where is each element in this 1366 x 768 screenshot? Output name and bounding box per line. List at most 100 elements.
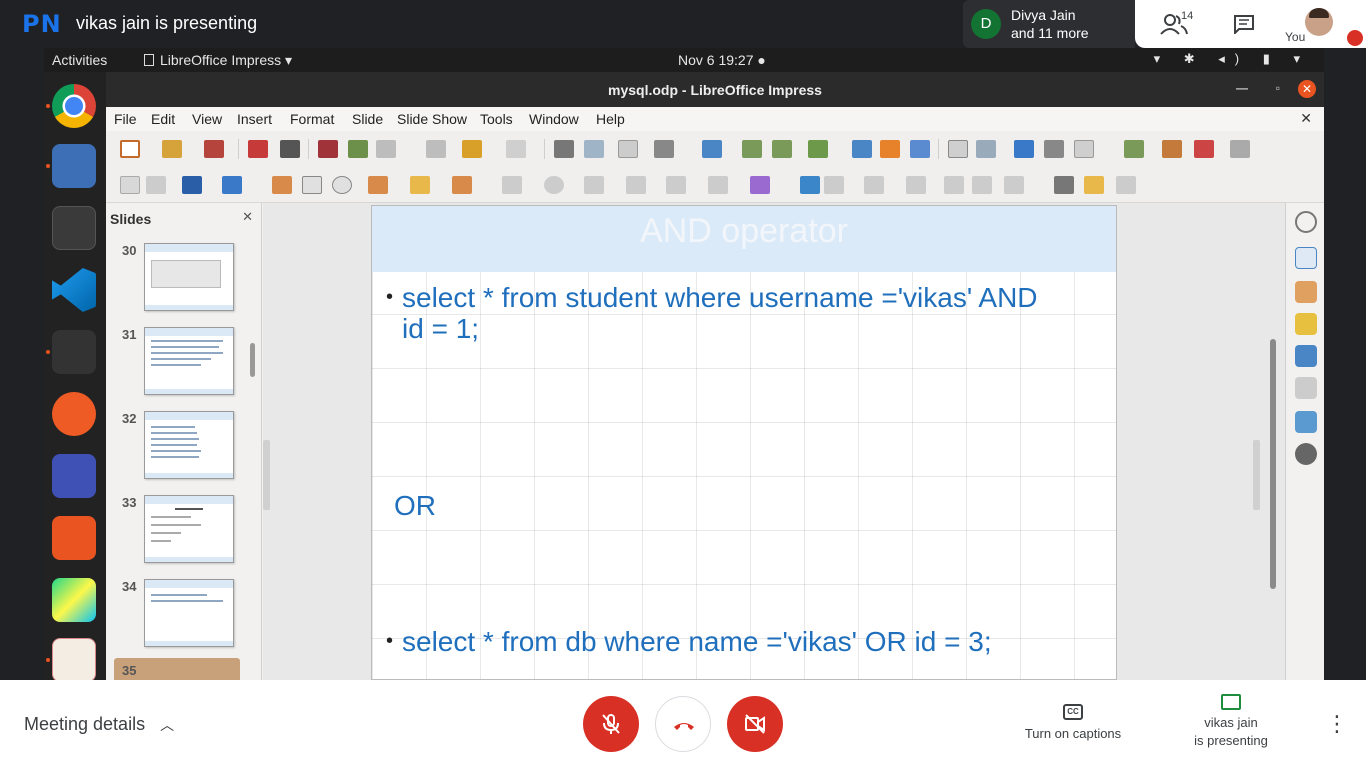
save-icon[interactable] [204,140,224,158]
properties-icon[interactable] [1295,247,1317,269]
menu-edit[interactable]: Edit [151,111,175,127]
sublime-icon[interactable] [52,330,96,374]
fontwork-icon[interactable] [1014,140,1034,158]
bullet-or-query[interactable]: • select * from db where name ='vikas' O… [386,626,1106,660]
or-label[interactable]: OR [394,490,436,522]
animation-deck-icon[interactable] [1295,313,1317,335]
leave-call-button[interactable] [655,696,711,752]
align-icon[interactable] [824,176,844,194]
menu-format[interactable]: Format [290,111,334,127]
menu-view[interactable]: View [192,111,222,127]
lines-arrows-icon[interactable] [368,176,388,194]
connectors-icon[interactable] [452,176,472,194]
chart-icon[interactable] [910,140,930,158]
filter-icon[interactable] [1004,176,1024,194]
3d-objects-icon[interactable] [750,176,770,194]
rectangle-icon[interactable] [302,176,322,194]
animation-icon[interactable] [1162,140,1182,158]
sidebar-toggle-icon[interactable] [1230,140,1250,158]
redo-icon[interactable] [506,140,526,158]
symbol-shapes-icon[interactable] [544,176,564,194]
duplicate-slide-icon[interactable] [772,140,792,158]
rotate-icon[interactable] [800,176,820,194]
screenshot-icon[interactable] [52,454,96,498]
clock[interactable]: Nov 6 19:27 ● [678,52,766,68]
crop-icon[interactable] [972,176,992,194]
special-character-icon[interactable] [976,140,996,158]
app-menu[interactable]: LibreOffice Impress ▾ [144,52,292,69]
line-color-icon[interactable] [182,176,202,194]
slides-pane-close-icon[interactable]: ✕ [242,209,253,225]
vertical-scrollbar[interactable] [1267,203,1279,680]
zoom-pan-icon[interactable] [146,176,166,194]
chat-icon[interactable] [1233,14,1255,34]
close-button[interactable]: ✕ [1298,80,1316,98]
bullet-and-query[interactable]: • select * from student where username =… [386,282,1106,346]
media-icon[interactable] [880,140,900,158]
points-icon[interactable] [1054,176,1074,194]
terminal-icon[interactable] [52,206,96,250]
vertical-scrollbar-thumb[interactable] [1270,339,1276,589]
slide-thumbnail[interactable] [144,327,234,395]
stars-icon[interactable] [708,176,728,194]
menu-insert[interactable]: Insert [237,111,272,127]
distribute-icon[interactable] [906,176,926,194]
draw-function-icon[interactable] [1074,140,1094,158]
curves-icon[interactable] [410,176,430,194]
gear-icon[interactable] [1295,211,1317,233]
print-icon[interactable] [280,140,300,158]
current-slide[interactable]: AND operator • select * from student whe… [371,205,1117,680]
menu-window[interactable]: Window [529,111,579,127]
slides-pane-splitter[interactable] [263,440,270,510]
export-pdf-icon[interactable] [248,140,268,158]
menu-file[interactable]: File [114,111,137,127]
grid-icon[interactable] [618,140,638,158]
activities-button[interactable]: Activities [52,52,107,68]
self-view[interactable]: You [1285,0,1366,48]
display-views-icon[interactable] [654,140,674,158]
styles-deck-icon[interactable] [1295,377,1317,399]
postman-icon[interactable] [52,392,96,436]
software-center-icon[interactable] [52,516,96,560]
pycharm-icon[interactable] [52,578,96,622]
impress-icon[interactable] [52,638,96,680]
hyperlink-icon[interactable] [1044,140,1064,158]
slide-thumbnail[interactable] [144,411,234,479]
sidebar-splitter[interactable] [1253,440,1260,510]
presenting-status-button[interactable]: vikas jain is presenting [1170,694,1292,750]
ellipse-icon[interactable] [332,176,352,194]
slides-scrollbar[interactable] [250,343,255,377]
slide-transition-icon[interactable] [1124,140,1144,158]
basic-shapes-icon[interactable] [502,176,522,194]
captions-button[interactable]: CC Turn on captions [1010,702,1136,741]
gallery-deck-icon[interactable] [1295,411,1317,433]
system-tray[interactable]: ▾ ✱ ◂) ▮ ▾ [1154,51,1310,67]
glue-points-icon[interactable] [1084,176,1104,194]
minimize-button[interactable]: — [1236,81,1248,95]
arrange-icon[interactable] [864,176,884,194]
shadow-icon[interactable] [944,176,964,194]
clone-format-icon[interactable] [426,140,446,158]
cut-icon[interactable] [318,140,338,158]
more-options-icon[interactable]: ⋮ [1326,710,1348,738]
meeting-details-button[interactable]: Meeting details ︿ [24,714,174,735]
files-icon[interactable] [52,144,96,188]
master-slide-icon[interactable] [702,140,722,158]
menu-tools[interactable]: Tools [480,111,513,127]
paste-icon[interactable] [376,140,396,158]
table-icon[interactable] [808,140,828,158]
menu-slide-show[interactable]: Slide Show [397,111,467,127]
block-arrows-icon[interactable] [584,176,604,194]
microphone-toggle-button[interactable] [583,696,639,752]
master-slides-deck-icon[interactable] [1295,345,1317,367]
select-arrow-icon[interactable] [120,176,140,194]
delete-slide-icon[interactable] [1194,140,1214,158]
maximize-button[interactable]: ▫ [1276,81,1280,95]
chrome-icon[interactable] [52,84,96,128]
slide-thumbnail[interactable] [144,243,234,311]
spelling-icon[interactable] [584,140,604,158]
slide-thumbnail[interactable] [144,579,234,647]
find-replace-icon[interactable] [554,140,574,158]
flowchart-icon[interactable] [626,176,646,194]
slide-transition-deck-icon[interactable] [1295,281,1317,303]
